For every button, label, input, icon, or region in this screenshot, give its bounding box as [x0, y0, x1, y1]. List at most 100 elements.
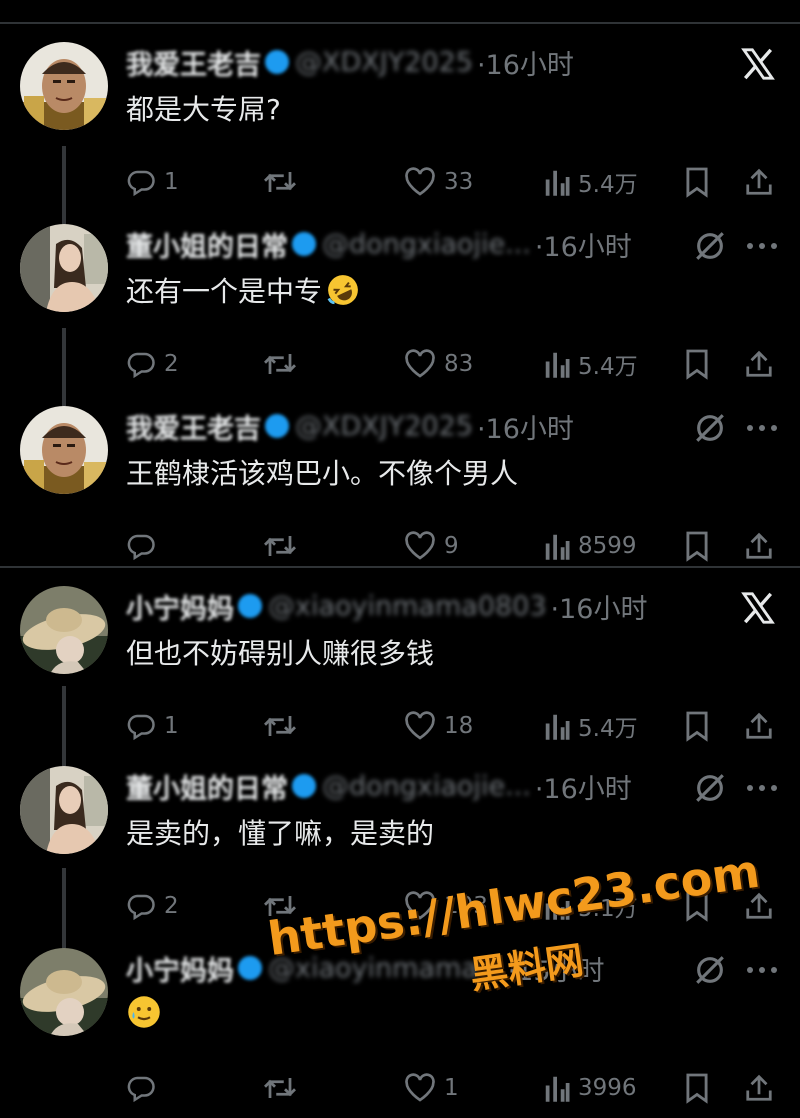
heart-icon — [404, 1073, 436, 1103]
reply-button[interactable] — [126, 524, 164, 568]
view-count: 5.4万 — [578, 354, 638, 380]
share-button[interactable] — [744, 160, 774, 204]
bookmark-icon — [684, 166, 710, 198]
tweet-text — [126, 994, 162, 1037]
x-logo-icon — [736, 42, 780, 86]
x-logo-icon — [736, 586, 780, 630]
share-icon — [744, 710, 774, 742]
reply-tweet[interactable]: 董小姐的日常 @dongxiaojie... ·16小时还有一个是中专 2 83 5.4万 — [0, 224, 800, 394]
reply-tweet[interactable]: 小宁妈妈 @xiaoyinmama0803·16小时 但也不妨碍别人赚很多钱 1 18 5… — [0, 586, 800, 756]
views-button[interactable]: 5.4万 — [544, 342, 638, 386]
reply-tweet[interactable]: 我爱王老吉 @XDXJY2025·16小时 都是大专屌? 1 33 5.4万 — [0, 42, 800, 212]
reply-count: 1 — [164, 713, 179, 739]
views-icon — [544, 711, 570, 741]
display-name[interactable]: 我爱王老吉 — [126, 407, 261, 446]
bookmark-icon — [684, 1072, 710, 1104]
display-name[interactable]: 小宁妈妈 — [126, 949, 234, 988]
retweet-button[interactable] — [262, 160, 298, 204]
timestamp[interactable]: ·16小时 — [551, 587, 648, 626]
user-avatar[interactable] — [20, 224, 108, 312]
like-button[interactable]: 18 — [404, 704, 473, 748]
user-handle[interactable]: @XDXJY2025 — [295, 47, 473, 78]
tweet-text-content: 还有一个是中专 — [126, 275, 323, 308]
reply-count: 2 — [164, 351, 179, 377]
views-button[interactable]: 5.4万 — [544, 704, 638, 748]
action-bar: 9 8599 — [126, 524, 786, 568]
timestamp[interactable]: ·16小时 — [477, 43, 574, 82]
tweet-text-content: 是卖的，懂了嘛，是卖的 — [126, 817, 435, 850]
user-avatar[interactable] — [20, 586, 108, 674]
display-name[interactable]: 董小姐的日常 — [126, 225, 288, 264]
display-name[interactable]: 我爱王老吉 — [126, 43, 261, 82]
bookmark-button[interactable] — [684, 704, 710, 748]
reply-icon — [126, 167, 156, 197]
views-button[interactable]: 8599 — [544, 524, 637, 568]
smiling-face-with-tear-emoji-icon — [126, 994, 162, 1037]
share-icon — [744, 530, 774, 562]
like-button[interactable]: 33 — [404, 160, 473, 204]
view-count: 5.4万 — [578, 716, 638, 742]
more-options-icon[interactable] — [742, 948, 782, 992]
grok-icon[interactable] — [688, 766, 732, 810]
verified-badge-icon — [292, 774, 316, 798]
share-icon — [744, 166, 774, 198]
retweet-icon — [262, 349, 298, 379]
like-button[interactable]: 1 — [404, 1066, 459, 1110]
views-button[interactable]: 3996 — [544, 1066, 637, 1110]
share-button[interactable] — [744, 1066, 774, 1110]
like-button[interactable]: 83 — [404, 342, 473, 386]
more-options-icon[interactable] — [742, 224, 782, 268]
views-button[interactable]: 5.4万 — [544, 160, 638, 204]
verified-badge-icon — [292, 232, 316, 256]
tweet-text: 是卖的，懂了嘛，是卖的 — [126, 812, 434, 852]
timestamp[interactable]: ·16小时 — [477, 407, 574, 446]
tweet-header: 董小姐的日常 @dongxiaojie... ·16小时 — [126, 225, 632, 264]
action-bar: 1 33 5.4万 — [126, 160, 786, 204]
share-button[interactable] — [744, 524, 774, 568]
grok-icon[interactable] — [688, 406, 732, 450]
reply-button[interactable] — [126, 1066, 164, 1110]
reply-button[interactable]: 1 — [126, 160, 179, 204]
retweet-button[interactable] — [262, 704, 298, 748]
retweet-button[interactable] — [262, 1066, 298, 1110]
verified-badge-icon — [238, 594, 262, 618]
grok-icon[interactable] — [688, 224, 732, 268]
more-options-icon[interactable] — [742, 406, 782, 450]
user-handle[interactable]: @dongxiaojie... — [322, 771, 531, 802]
like-count: 83 — [444, 351, 474, 377]
bookmark-icon — [684, 710, 710, 742]
user-avatar[interactable] — [20, 42, 108, 130]
retweet-button[interactable] — [262, 342, 298, 386]
user-avatar[interactable] — [20, 766, 108, 854]
action-bar: 1 3996 — [126, 1066, 786, 1110]
timestamp[interactable]: ·16小时 — [535, 767, 632, 806]
reply-button[interactable]: 2 — [126, 342, 179, 386]
share-button[interactable] — [744, 704, 774, 748]
like-button[interactable]: 9 — [404, 524, 459, 568]
timestamp[interactable]: ·16小时 — [535, 225, 632, 264]
reply-button[interactable]: 2 — [126, 884, 179, 928]
display-name[interactable]: 小宁妈妈 — [126, 587, 234, 626]
share-icon — [744, 1072, 774, 1104]
user-handle[interactable]: @dongxiaojie... — [322, 229, 531, 260]
display-name[interactable]: 董小姐的日常 — [126, 767, 288, 806]
rofl-emoji-icon — [326, 273, 360, 314]
user-handle[interactable]: @xiaoyinmama0803 — [268, 591, 547, 622]
reply-icon — [126, 1073, 156, 1103]
bookmark-button[interactable] — [684, 342, 710, 386]
tweet-header: 我爱王老吉 @XDXJY2025·16小时 — [126, 407, 574, 446]
verified-badge-icon — [238, 956, 262, 980]
user-avatar[interactable] — [20, 948, 108, 1036]
tweet-text: 还有一个是中专 — [126, 270, 360, 314]
bookmark-button[interactable] — [684, 1066, 710, 1110]
user-avatar[interactable] — [20, 406, 108, 494]
user-handle[interactable]: @XDXJY2025 — [295, 411, 473, 442]
reply-tweet[interactable]: 我爱王老吉 @XDXJY2025·16小时 王鹤棣活该鸡巴小。不像个男人 9 8599 — [0, 406, 800, 576]
bookmark-button[interactable] — [684, 160, 710, 204]
reply-button[interactable]: 1 — [126, 704, 179, 748]
bookmark-button[interactable] — [684, 524, 710, 568]
heart-icon — [404, 711, 436, 741]
retweet-button[interactable] — [262, 524, 298, 568]
share-button[interactable] — [744, 342, 774, 386]
more-options-icon[interactable] — [742, 766, 782, 810]
